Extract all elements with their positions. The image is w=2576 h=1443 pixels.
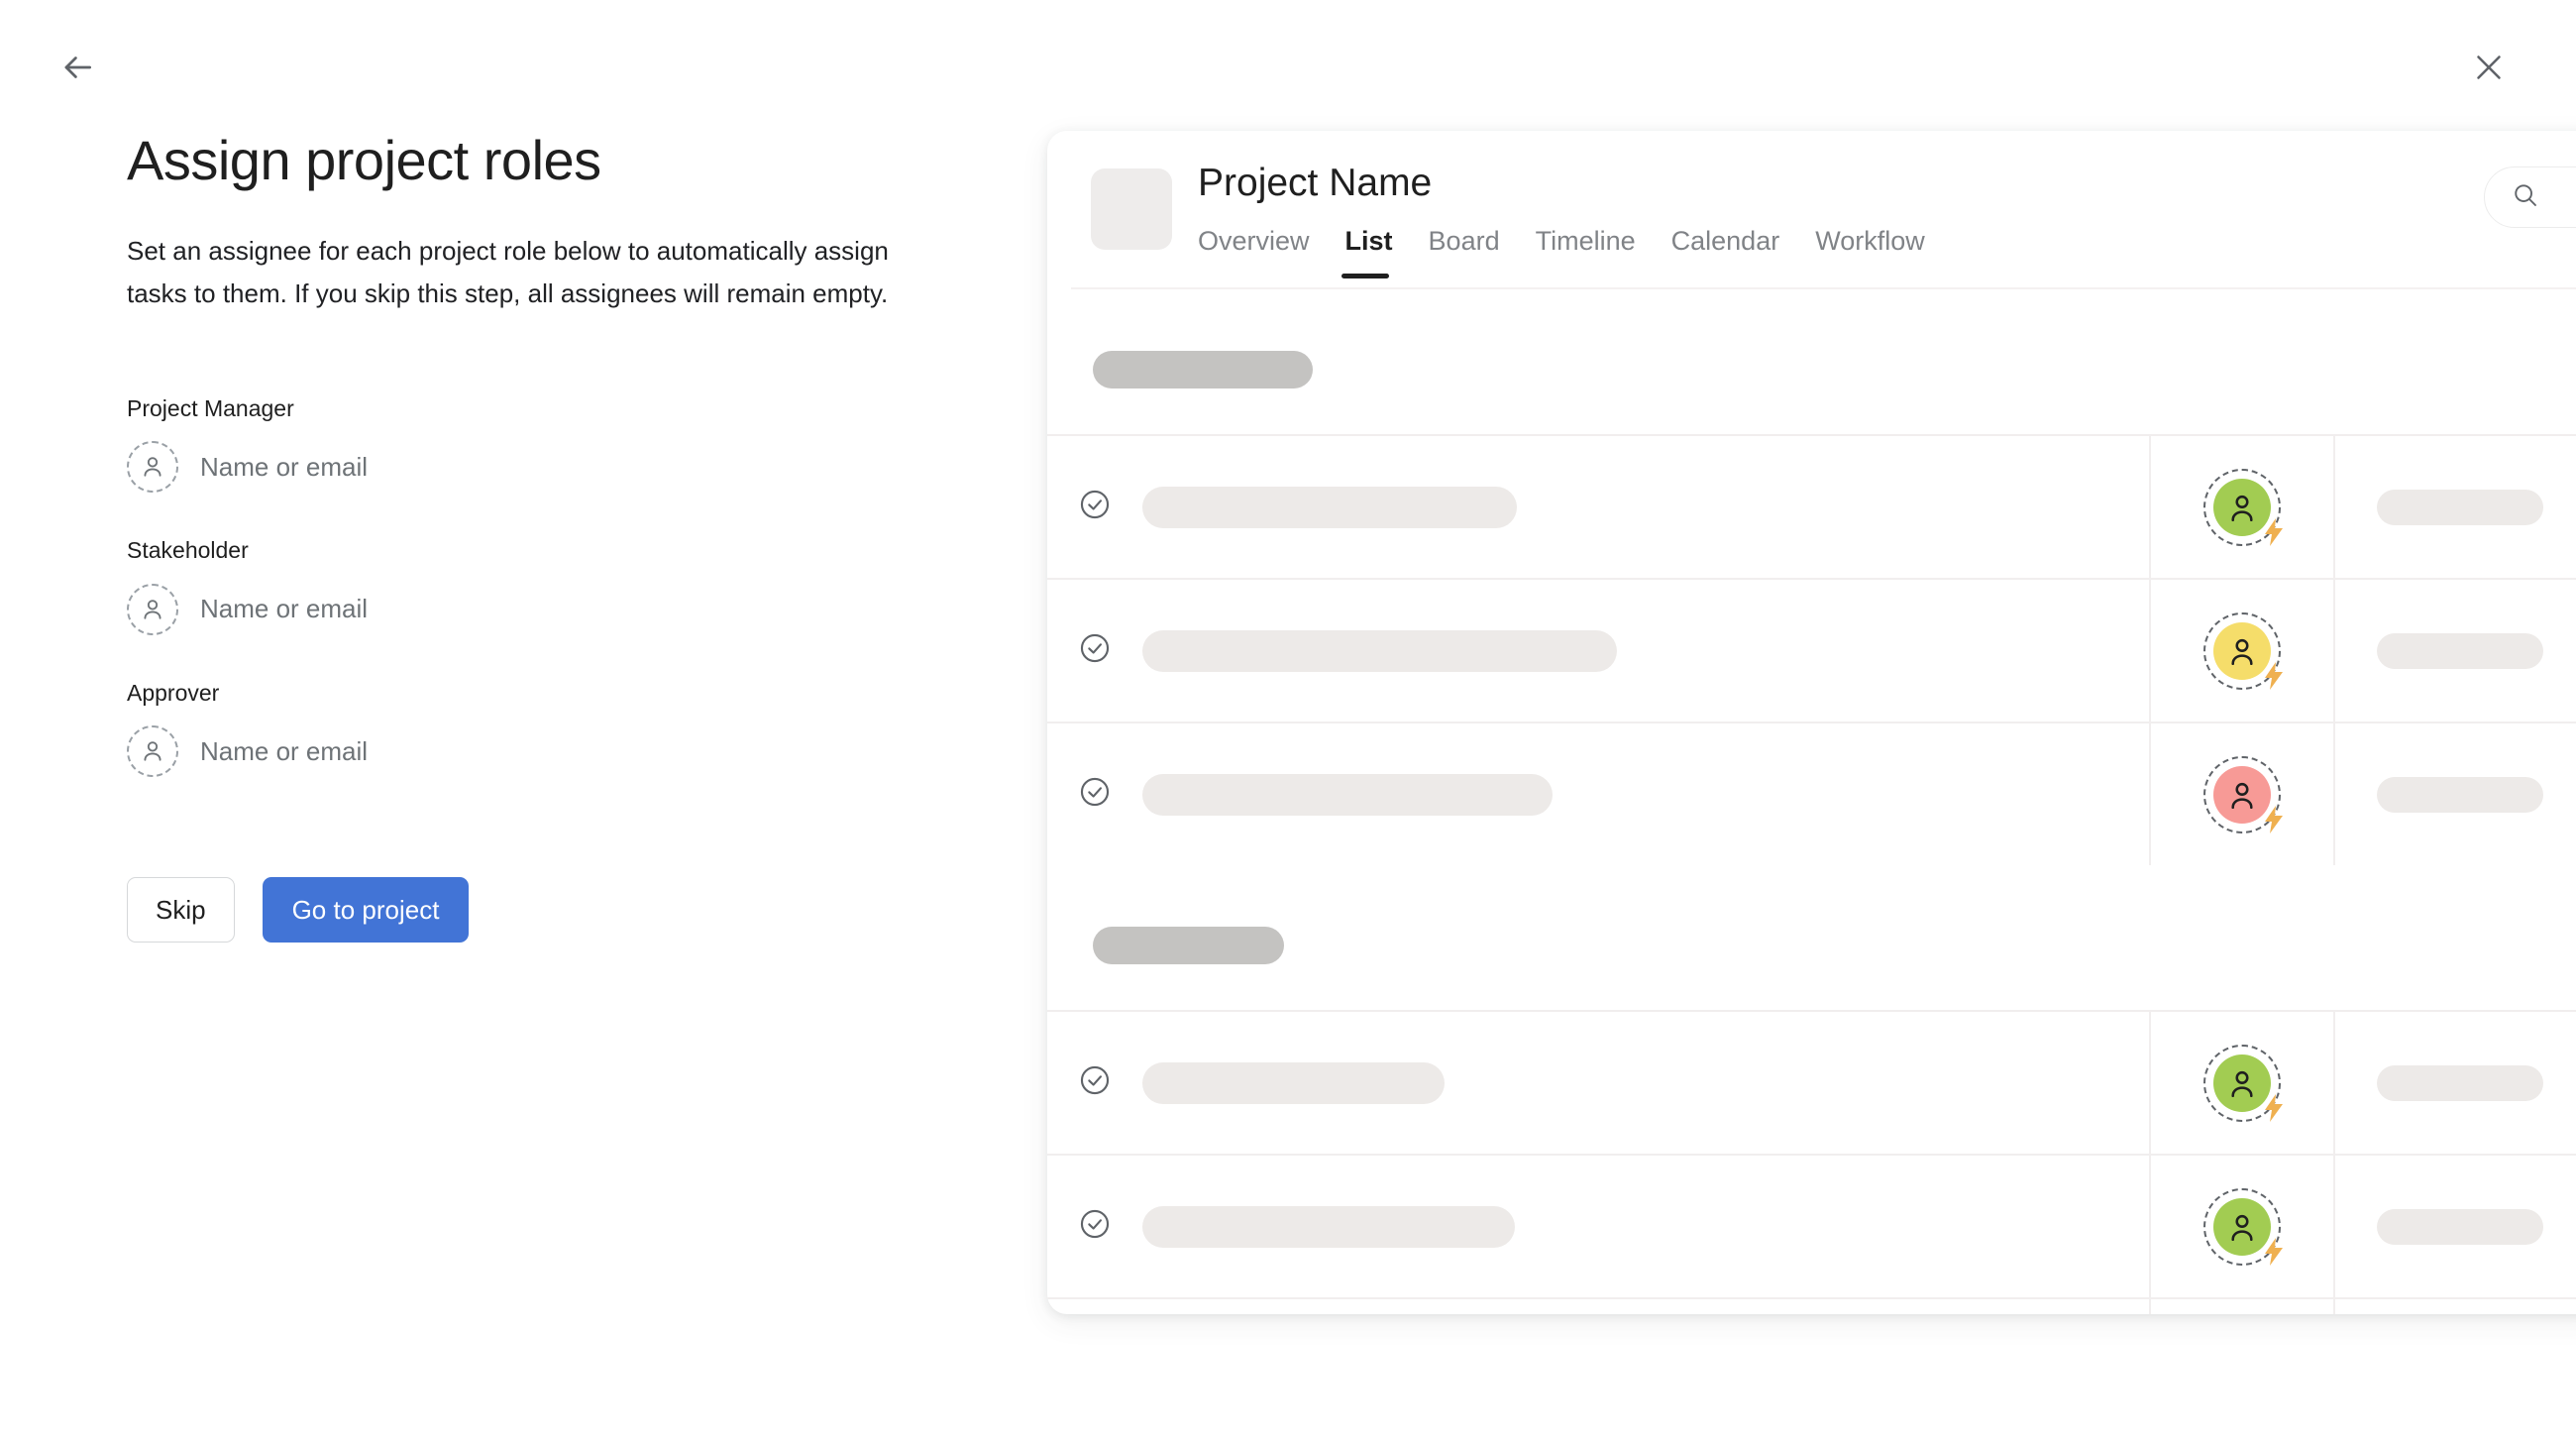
search-icon: [2511, 180, 2540, 215]
project-manager-field[interactable]: Name or email: [127, 438, 929, 496]
task-status-toggle[interactable]: [1047, 631, 1142, 670]
avatar-placeholder-icon: [127, 583, 178, 635]
table-row[interactable]: [1047, 722, 2576, 865]
assignee-cell[interactable]: [2149, 580, 2333, 722]
tab-workflow[interactable]: Workflow: [1815, 226, 1949, 278]
task-title-placeholder: [1142, 773, 1553, 816]
avatar: [2203, 755, 2283, 833]
task-title-cell: [1142, 629, 2149, 672]
project-logo: [1091, 168, 1172, 250]
task-title-placeholder: [1142, 1061, 1445, 1104]
arrow-left-icon: [58, 49, 96, 91]
automation-bolt-icon: [2261, 660, 2287, 692]
check-circle-icon: [1078, 775, 1112, 814]
meta-cell: [2333, 580, 2576, 722]
role-label: Stakeholder: [127, 537, 249, 564]
section-header: [1047, 289, 2576, 434]
tab-overview[interactable]: Overview: [1198, 226, 1334, 278]
role-placeholder-text: Name or email: [200, 451, 369, 482]
avatar: [2203, 611, 2283, 690]
task-title-cell: [1142, 1061, 2149, 1104]
task-status-toggle[interactable]: [1047, 1063, 1142, 1102]
project-tabs: Overview List Board Timeline Calendar Wo…: [1198, 226, 1961, 278]
assignee-cell[interactable]: [2149, 1299, 2333, 1314]
page-title: Assign project roles: [127, 129, 601, 191]
check-circle-icon: [1078, 1063, 1112, 1102]
assignee-cell[interactable]: [2149, 723, 2333, 865]
meta-placeholder: [2377, 489, 2543, 525]
table-row[interactable]: [1047, 1297, 2576, 1314]
project-preview-panel: Project Name Overview List Board Timelin…: [1047, 131, 2576, 1314]
close-icon: [2471, 50, 2507, 90]
automation-bolt-icon: [2261, 1236, 2287, 1268]
role-group-project-manager: Project Manager Name or email: [127, 395, 929, 497]
preview-header: Project Name Overview List Board Timelin…: [1047, 131, 2576, 289]
tab-calendar[interactable]: Calendar: [1671, 226, 1804, 278]
tab-timeline[interactable]: Timeline: [1536, 226, 1660, 278]
table-row[interactable]: [1047, 434, 2576, 578]
role-label: Approver: [127, 679, 220, 706]
task-status-toggle[interactable]: [1047, 1207, 1142, 1246]
avatar-placeholder-icon: [127, 725, 178, 778]
task-title-cell: [1142, 486, 2149, 528]
search-input[interactable]: [2484, 166, 2576, 228]
table-row[interactable]: [1047, 1154, 2576, 1297]
automation-bolt-icon: [2261, 1092, 2287, 1124]
table-row[interactable]: [1047, 1010, 2576, 1154]
avatar: [2203, 1187, 2283, 1266]
section-title-placeholder: [1093, 351, 1313, 388]
task-status-toggle[interactable]: [1047, 488, 1142, 526]
table-row[interactable]: [1047, 578, 2576, 722]
role-group-approver: Approver Name or email: [127, 680, 929, 781]
stakeholder-field[interactable]: Name or email: [127, 581, 929, 638]
avatar-placeholder-icon: [127, 441, 178, 494]
check-circle-icon: [1078, 631, 1112, 670]
tab-board[interactable]: Board: [1429, 226, 1524, 278]
meta-cell: [2333, 1012, 2576, 1154]
meta-cell: [2333, 1299, 2576, 1314]
automation-bolt-icon: [2261, 804, 2287, 835]
task-title-placeholder: [1142, 1205, 1515, 1248]
task-status-toggle[interactable]: [1047, 775, 1142, 814]
approver-field[interactable]: Name or email: [127, 722, 929, 780]
task-list: [1047, 287, 2576, 1314]
avatar: [2203, 1044, 2283, 1122]
role-group-stakeholder: Stakeholder Name or email: [127, 537, 929, 638]
automation-bolt-icon: [2261, 516, 2287, 548]
go-to-project-button[interactable]: Go to project: [262, 877, 470, 944]
task-title-cell: [1142, 773, 2149, 816]
assign-roles-form: Assign project roles Set an assignee for…: [127, 129, 929, 944]
meta-cell: [2333, 436, 2576, 578]
meta-cell: [2333, 1156, 2576, 1297]
page-subtitle: Set an assignee for each project role be…: [127, 236, 889, 308]
skip-button[interactable]: Skip: [127, 877, 235, 944]
check-circle-icon: [1078, 1207, 1112, 1246]
assignee-cell[interactable]: [2149, 1012, 2333, 1154]
check-circle-icon: [1078, 488, 1112, 526]
assignee-cell[interactable]: [2149, 436, 2333, 578]
meta-cell: [2333, 723, 2576, 865]
tab-list[interactable]: List: [1341, 226, 1417, 278]
task-title-placeholder: [1142, 629, 1617, 672]
role-label: Project Manager: [127, 394, 294, 421]
meta-placeholder: [2377, 632, 2543, 669]
assignee-cell[interactable]: [2149, 1156, 2333, 1297]
close-button[interactable]: [2457, 38, 2521, 101]
meta-placeholder: [2377, 776, 2543, 813]
role-placeholder-text: Name or email: [200, 594, 369, 624]
task-title-placeholder: [1142, 486, 1517, 528]
section-title-placeholder: [1093, 927, 1284, 964]
assign-project-roles-screen: Assign project roles Set an assignee for…: [0, 0, 2576, 1443]
meta-placeholder: [2377, 1208, 2543, 1245]
role-list: Project Manager Name or email Stakeholde…: [127, 395, 929, 781]
project-name: Project Name: [1198, 162, 1433, 204]
avatar: [2203, 468, 2283, 546]
meta-placeholder: [2377, 1064, 2543, 1101]
section-header: [1047, 865, 2576, 1010]
role-placeholder-text: Name or email: [200, 735, 369, 766]
back-button[interactable]: [46, 38, 109, 101]
form-actions: Skip Go to project: [127, 877, 929, 944]
task-title-cell: [1142, 1205, 2149, 1248]
